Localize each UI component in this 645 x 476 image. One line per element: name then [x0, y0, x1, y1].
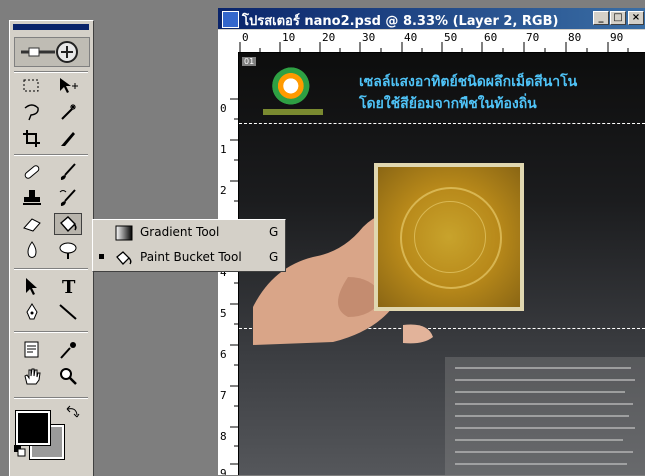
hand-icon[interactable]	[18, 365, 46, 387]
svg-text:T: T	[62, 277, 76, 296]
default-colors-icon[interactable]	[14, 445, 26, 460]
paint-bucket-tool-label: Paint Bucket Tool	[140, 250, 242, 264]
slice-icon[interactable]	[54, 127, 82, 149]
selection-marquee-top	[239, 123, 645, 124]
maximize-button[interactable]: □	[610, 11, 626, 25]
crop-icon[interactable]	[18, 127, 46, 149]
horizontal-ruler[interactable]: 0 10 20 30 40 50 60 70 80 90	[218, 30, 645, 53]
tool-flyout-menu: Gradient Tool G Paint Bucket Tool G	[92, 219, 286, 272]
gradient-tool-item[interactable]: Gradient Tool G	[93, 221, 285, 245]
pen-icon[interactable]	[18, 301, 46, 323]
move-icon[interactable]	[54, 75, 82, 97]
ruler-label: 7	[220, 389, 227, 402]
ruler-ticks	[239, 42, 629, 52]
ruler-label: 6	[220, 348, 227, 361]
layer-badge: 01	[242, 57, 257, 66]
type-icon[interactable]: T	[54, 275, 82, 297]
ruler-label: 1	[220, 143, 227, 156]
gradient-tool-shortcut: G	[269, 225, 279, 239]
ruler-label: 5	[220, 307, 227, 320]
eraser-icon[interactable]	[18, 213, 46, 235]
zoom-icon[interactable]	[54, 365, 82, 387]
lasso-icon[interactable]	[18, 101, 46, 123]
foreground-color-swatch[interactable]	[15, 410, 51, 446]
paint-bucket-tool-item[interactable]: Paint Bucket Tool G	[93, 246, 285, 270]
history-brush-icon[interactable]	[54, 187, 82, 209]
paint-bucket-icon[interactable]	[54, 213, 82, 235]
swap-colors-icon[interactable]	[66, 405, 80, 422]
ruler-label: 2	[220, 184, 227, 197]
path-selection-icon[interactable]	[18, 275, 46, 297]
organization-logo	[271, 67, 315, 109]
photoshop-document-icon[interactable]	[222, 11, 239, 28]
poster-heading-line2: โดยใช้สีย้อมจากพืชในท้องถิ่น	[359, 96, 537, 112]
notes-icon[interactable]	[18, 339, 46, 361]
eyedropper-icon[interactable]	[54, 339, 82, 361]
clone-stamp-icon[interactable]	[18, 187, 46, 209]
paint-bucket-tool-shortcut: G	[269, 250, 279, 264]
gradient-tool-label: Gradient Tool	[140, 225, 220, 239]
adobe-online-icon[interactable]	[14, 37, 90, 67]
nano-solar-cell-photo	[374, 163, 524, 311]
description-text-block	[445, 357, 645, 475]
poster-heading-line1: เซลล์แสงอาทิตย์ชนิดผลึกเม็ดสีนาโน	[359, 74, 578, 90]
ruler-label: 9	[220, 467, 227, 475]
close-button[interactable]: ×	[628, 11, 644, 25]
brush-icon[interactable]	[54, 161, 82, 183]
line-icon[interactable]	[54, 301, 82, 323]
magic-wand-icon[interactable]	[54, 101, 82, 123]
ruler-label: 0	[220, 102, 227, 115]
selected-bullet-icon	[99, 254, 104, 259]
ruler-label: 8	[220, 430, 227, 443]
logo-caption	[263, 109, 323, 115]
document-canvas[interactable]: 01 เซลล์แสงอาทิตย์ชนิดผลึกเม็ดสีนาโน โดย…	[239, 53, 645, 475]
paint-bucket-icon	[116, 251, 132, 265]
gradient-icon	[115, 225, 133, 241]
document-titlebar[interactable]: โปรสเตอร์ nano2.psd @ 8.33% (Layer 2, RG…	[218, 8, 645, 29]
tool-palette: T	[9, 20, 94, 476]
minimize-button[interactable]: _	[593, 11, 609, 25]
document-title: โปรสเตอร์ nano2.psd @ 8.33% (Layer 2, RG…	[242, 14, 559, 29]
healing-brush-icon[interactable]	[18, 161, 46, 183]
marquee-icon[interactable]	[18, 75, 46, 97]
blur-icon[interactable]	[18, 239, 46, 261]
palette-titlebar[interactable]	[13, 24, 89, 30]
dodge-icon[interactable]	[54, 239, 82, 261]
